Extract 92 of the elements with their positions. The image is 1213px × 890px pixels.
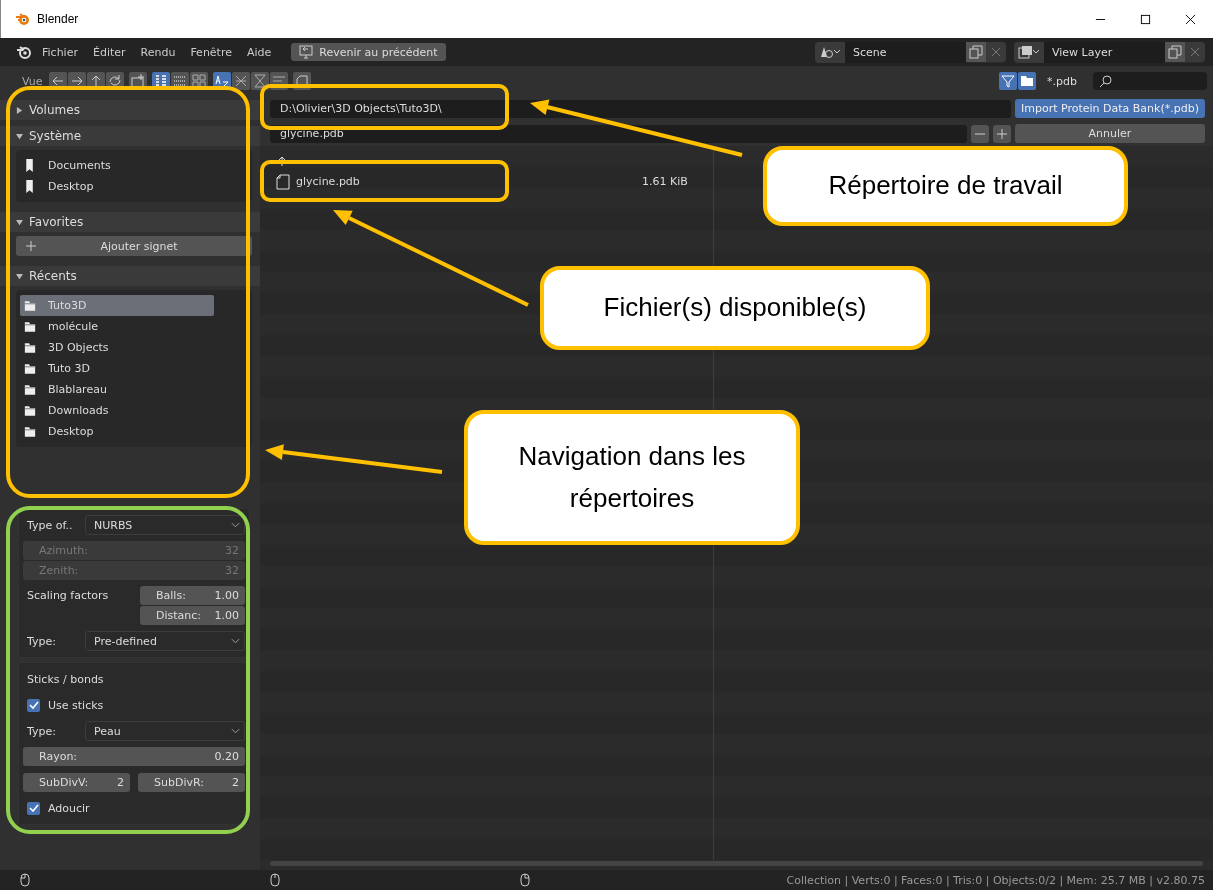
- view-layer-menu[interactable]: [1014, 41, 1044, 63]
- maximize-icon[interactable]: [1140, 13, 1151, 25]
- bookmark-item[interactable]: 3D Objects: [20, 337, 248, 358]
- mouse-icon: [20, 873, 30, 887]
- bookmark-item[interactable]: Tuto3D: [20, 295, 214, 316]
- folder-icon[interactable]: [1018, 72, 1037, 90]
- bookmark-item[interactable]: molécule: [20, 316, 248, 337]
- bookmark-icon: [24, 180, 36, 193]
- panel-title: Favorites: [29, 215, 84, 229]
- folder-icon: [24, 425, 36, 438]
- bookmark-item[interactable]: Tuto 3D: [20, 358, 248, 379]
- callout: Répertoire de travail: [763, 146, 1128, 226]
- menu-item[interactable]: Éditer: [92, 45, 126, 59]
- panel-title: Volumes: [29, 103, 80, 117]
- search-icon: [1099, 74, 1113, 88]
- number-field[interactable]: Rayon: 0.20: [23, 747, 245, 766]
- file-name[interactable]: glycine.pdb: [296, 175, 636, 188]
- image-stack-icon: [1018, 45, 1040, 59]
- number-field[interactable]: Balls: 1.00: [140, 586, 245, 605]
- checkbox[interactable]: [27, 801, 40, 815]
- folder-icon: [24, 362, 36, 375]
- search-field[interactable]: [1093, 72, 1207, 90]
- view-layer-field[interactable]: View Layer: [1044, 41, 1165, 63]
- number-field[interactable]: SubDivV: 2: [23, 772, 130, 792]
- field-label: Type of..: [27, 518, 74, 532]
- folder-icon: [24, 383, 36, 396]
- filename-field[interactable]: glycine.pdb: [270, 124, 967, 143]
- filter-icon[interactable]: [999, 72, 1018, 90]
- field-label: Scaling factors: [27, 588, 110, 602]
- dropdown[interactable]: Pre-defined: [85, 631, 245, 651]
- chevron-icon: [231, 638, 240, 644]
- folder-icon: [24, 404, 36, 417]
- folder-icon: [24, 320, 36, 333]
- file-icon: [276, 173, 290, 190]
- number-field[interactable]: Distanc: 1.00: [140, 606, 245, 625]
- chevron-icon: [231, 728, 240, 734]
- bookmark-item[interactable]: Desktop: [20, 176, 248, 197]
- bookmark-icon: [24, 159, 36, 172]
- checkbox[interactable]: [27, 698, 40, 712]
- bookmark-item[interactable]: Downloads: [20, 400, 248, 421]
- mouse-icon: [520, 873, 530, 887]
- panel-header[interactable]: Récents: [0, 266, 260, 286]
- sort-type-icon[interactable]: [231, 72, 250, 90]
- panel-header[interactable]: Système: [0, 126, 260, 146]
- blender-logo-icon: [15, 11, 31, 27]
- bookmark-item[interactable]: Blablareau: [20, 379, 248, 400]
- mouse-icon: [270, 873, 280, 887]
- file-size: 1.61 KiB: [642, 175, 688, 188]
- add-bookmark-button[interactable]: Ajouter signet: [16, 236, 252, 256]
- monitor-icon: [299, 45, 314, 59]
- panel-header[interactable]: Volumes: [0, 100, 260, 120]
- filter-glob[interactable]: *.pdb: [1047, 74, 1077, 88]
- callout: Navigation dans les répertoires: [464, 410, 800, 545]
- import-button[interactable]: Import Protein Data Bank(*.pdb): [1015, 99, 1205, 118]
- menu-item[interactable]: Fenêtre: [190, 45, 232, 59]
- dropdown[interactable]: Peau: [85, 721, 245, 741]
- copy-icon[interactable]: [1165, 42, 1185, 62]
- folder-icon: [24, 299, 36, 312]
- view-menu[interactable]: Vue: [22, 74, 43, 88]
- menu-item[interactable]: Aide: [247, 45, 272, 59]
- plus-icon[interactable]: [993, 124, 1011, 143]
- window-title: Blender: [37, 12, 79, 26]
- panel-header[interactable]: Favorites: [0, 212, 260, 232]
- panel-title: Récents: [29, 269, 77, 283]
- callout: Fichier(s) disponible(s): [540, 266, 930, 350]
- scene-field[interactable]: Scene: [845, 41, 966, 63]
- scene-menu[interactable]: [815, 41, 845, 63]
- back-button[interactable]: Revenir au précédent: [291, 43, 446, 61]
- bookmark-item[interactable]: Desktop: [20, 421, 248, 442]
- copy-icon[interactable]: [966, 42, 986, 62]
- cancel-button[interactable]: Annuler: [1015, 124, 1205, 143]
- dropdown[interactable]: NURBS: [85, 515, 245, 535]
- menu-item[interactable]: Rendu: [140, 45, 176, 59]
- close-icon[interactable]: [1185, 13, 1196, 25]
- checkbox-label: Use sticks: [48, 698, 104, 712]
- chevron-icon: [231, 522, 240, 528]
- blender-logo-icon[interactable]: [16, 44, 32, 60]
- directory-field[interactable]: D:\Olivier\3D Objects\Tuto3D\: [270, 99, 1011, 118]
- panel-title: Système: [29, 129, 82, 143]
- parent-folder-icon[interactable]: [276, 154, 288, 167]
- folder-icon: [24, 341, 36, 354]
- menu-item[interactable]: Fichier: [42, 45, 78, 59]
- number-field[interactable]: SubDivR: 2: [138, 772, 245, 792]
- field-label: Type:: [27, 724, 57, 738]
- bookmark-item[interactable]: Documents: [20, 155, 248, 176]
- plus-icon: [26, 241, 36, 251]
- sort-time-icon[interactable]: [250, 72, 269, 90]
- minus-icon[interactable]: [971, 124, 989, 143]
- checkbox-label: Adoucir: [48, 801, 90, 815]
- section-heading: Sticks / bonds: [27, 672, 104, 686]
- field-label: Type:: [27, 634, 57, 648]
- status-text: Collection | Verts:0 | Faces:0 | Tris:0 | Objects:0/2 | Mem: 25.7 MB | v2.80.75: [786, 873, 1205, 887]
